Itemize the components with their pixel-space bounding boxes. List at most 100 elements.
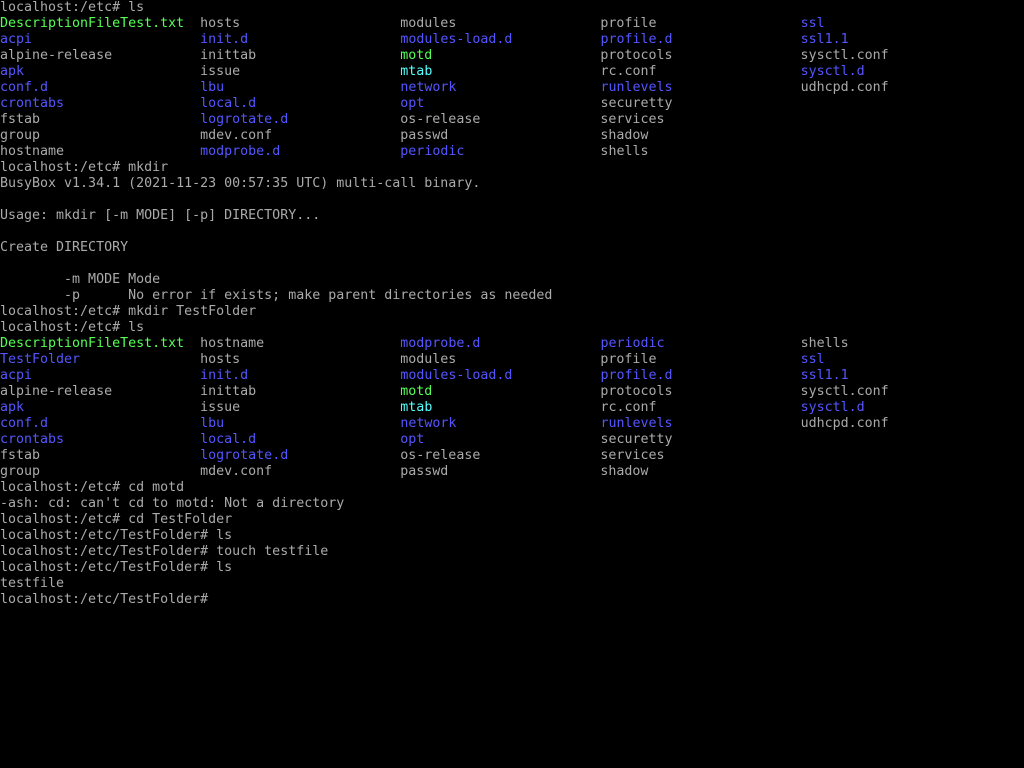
directory-entry: acpi	[0, 368, 33, 383]
directory-entry: modules-load.d	[400, 32, 513, 47]
directory-entry: ssl	[800, 16, 825, 31]
terminal-line: localhost:/etc# mkdir TestFolder	[0, 304, 1024, 320]
directory-entry: opt	[400, 96, 425, 111]
terminal-text: Usage: mkdir [-m MODE] [-p] DIRECTORY...	[0, 208, 321, 223]
terminal-text: testfile	[0, 576, 65, 591]
directory-entry: modprobe.d	[200, 144, 281, 159]
terminal-line: conf.d lbu network runlevels udhcpd.conf	[0, 416, 1024, 432]
terminal-text: protocols sysctl.conf	[432, 384, 889, 399]
directory-entry: crontabs	[0, 432, 65, 447]
terminal-line: Usage: mkdir [-m MODE] [-p] DIRECTORY...	[0, 208, 1024, 224]
directory-entry: periodic	[600, 336, 665, 351]
terminal-text: localhost:/etc# cd motd	[0, 480, 185, 495]
terminal-line: group mdev.conf passwd shadow	[0, 464, 1024, 480]
terminal-screen[interactable]: localhost:/etc# ls DescriptionFileTest.tx…	[0, 0, 1024, 768]
terminal-line: BusyBox v1.34.1 (2021-11-23 00:57:35 UTC…	[0, 176, 1024, 192]
directory-entry: periodic	[400, 144, 465, 159]
executable-entry: motd	[400, 48, 433, 63]
directory-entry: conf.d	[0, 80, 49, 95]
terminal-text: udhcpd.conf	[672, 416, 889, 431]
directory-entry: opt	[400, 432, 425, 447]
terminal-line: localhost:/etc/TestFolder#	[0, 592, 1024, 608]
terminal-text: group mdev.conf passwd shadow	[0, 464, 649, 479]
terminal-line: -ash: cd: can't cd to motd: Not a direct…	[0, 496, 1024, 512]
terminal-text: modules	[400, 16, 601, 31]
terminal-line: crontabs local.d opt securetty	[0, 432, 1024, 448]
terminal-text: -ash: cd: can't cd to motd: Not a direct…	[0, 496, 345, 511]
terminal-text: localhost:/etc/TestFolder# ls	[0, 528, 233, 543]
terminal-text: localhost:/etc# mkdir	[0, 160, 169, 175]
terminal-text: BusyBox v1.34.1 (2021-11-23 00:57:35 UTC…	[0, 176, 481, 191]
terminal-text: localhost:/etc/TestFolder# touch testfil…	[0, 544, 329, 559]
terminal-line: acpi init.d modules-load.d profile.d ssl…	[0, 32, 1024, 48]
terminal-text: localhost:/etc# ls	[0, 320, 145, 335]
executable-entry: DescriptionFileTest.txt	[0, 336, 185, 351]
terminal-text: localhost:/etc# ls	[0, 0, 145, 15]
terminal-line: conf.d lbu network runlevels udhcpd.conf	[0, 80, 1024, 96]
terminal-text: securetty	[424, 432, 673, 447]
terminal-text: rc.conf	[432, 400, 801, 415]
terminal-line: localhost:/etc/TestFolder# ls	[0, 528, 1024, 544]
symlink-entry: mtab	[400, 400, 433, 415]
terminal-text: issue	[24, 64, 401, 79]
terminal-text: -p No error if exists; make parent direc…	[0, 288, 553, 303]
terminal-line: localhost:/etc# mkdir	[0, 160, 1024, 176]
terminal-line: localhost:/etc# cd TestFolder	[0, 512, 1024, 528]
terminal-text: hosts modules profile	[80, 352, 801, 367]
terminal-line: apk issue mtab rc.conf sysctl.d	[0, 64, 1024, 80]
terminal-text: protocols sysctl.conf	[432, 48, 889, 63]
terminal-text: -m MODE Mode	[0, 272, 161, 287]
terminal-text: os-release services	[288, 448, 665, 463]
terminal-line: alpine-release inittab motd protocols sy…	[0, 384, 1024, 400]
terminal-text: localhost:/etc/TestFolder# ls	[0, 560, 233, 575]
terminal-text: localhost:/etc# mkdir TestFolder	[0, 304, 257, 319]
directory-entry: crontabs	[0, 96, 65, 111]
terminal-text: localhost:/etc/TestFolder#	[0, 592, 209, 607]
directory-entry: logrotate.d	[200, 448, 289, 463]
terminal-line: alpine-release inittab motd protocols sy…	[0, 48, 1024, 64]
directory-entry: network	[400, 416, 457, 431]
directory-entry: sysctl.d	[800, 400, 865, 415]
terminal-text: rc.conf	[432, 64, 801, 79]
terminal-line: localhost:/etc# ls	[0, 320, 1024, 336]
terminal-line: TestFolder hosts modules profile ssl	[0, 352, 1024, 368]
directory-entry: profile.d	[600, 32, 673, 47]
terminal-text: securetty	[424, 96, 673, 111]
terminal-line: DescriptionFileTest.txt hosts modules pr…	[0, 16, 1024, 32]
directory-entry: local.d	[200, 432, 257, 447]
terminal-line: fstab logrotate.d os-release services	[0, 448, 1024, 464]
directory-entry: ssl1.1	[800, 32, 849, 47]
terminal-line: localhost:/etc/TestFolder# ls	[0, 560, 1024, 576]
terminal-text: os-release services	[288, 112, 665, 127]
directory-entry: network	[400, 80, 457, 95]
terminal-line: Create DIRECTORY	[0, 240, 1024, 256]
terminal-text: issue	[24, 400, 401, 415]
directory-entry: runlevels	[600, 416, 673, 431]
terminal-text: alpine-release inittab	[0, 48, 401, 63]
terminal-text: fstab	[0, 112, 201, 127]
terminal-line: localhost:/etc# ls	[0, 0, 1024, 16]
terminal-line: crontabs local.d opt securetty	[0, 96, 1024, 112]
directory-entry: modprobe.d	[400, 336, 481, 351]
directory-entry: lbu	[200, 80, 225, 95]
directory-entry: lbu	[200, 416, 225, 431]
terminal-line: DescriptionFileTest.txt hostname modprob…	[0, 336, 1024, 352]
